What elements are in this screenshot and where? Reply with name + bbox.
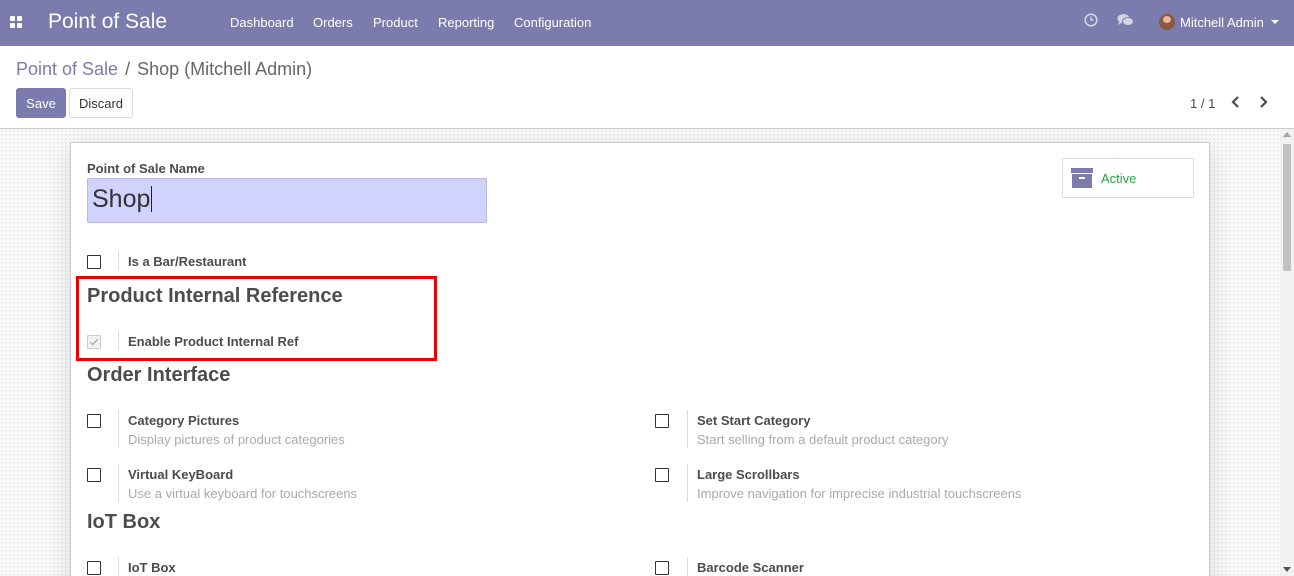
archive-box-icon <box>1071 168 1093 188</box>
pager-value[interactable]: 1 / 1 <box>1190 96 1215 111</box>
barcode-scanner-checkbox[interactable] <box>655 561 669 575</box>
large-scrollbars-desc: Improve navigation for imprecise industr… <box>697 486 1022 501</box>
menu-product[interactable]: Product <box>373 15 418 30</box>
virtual-keyboard-label: Virtual KeyBoard <box>128 467 234 482</box>
set-start-category-desc: Start selling from a default product cat… <box>697 432 949 447</box>
menu-dashboard[interactable]: Dashboard <box>230 15 294 30</box>
iot-box-label: IoT Box <box>128 560 176 575</box>
menu-reporting[interactable]: Reporting <box>438 15 494 30</box>
category-pictures-desc: Display pictures of product categories <box>128 432 345 447</box>
app-title: Point of Sale <box>48 10 168 33</box>
category-pictures-checkbox[interactable] <box>87 414 101 428</box>
bar-restaurant-checkbox[interactable] <box>87 255 101 269</box>
active-toggle-button[interactable]: Active <box>1062 158 1194 198</box>
pos-name-label: Point of Sale Name <box>87 161 205 176</box>
separator <box>687 464 688 502</box>
user-name: Mitchell Admin <box>1180 14 1264 30</box>
top-navbar: Point of Sale Dashboard Orders Product R… <box>0 0 1294 46</box>
separator <box>118 557 119 576</box>
menu-orders[interactable]: Orders <box>313 15 353 30</box>
scroll-down-arrow-icon[interactable] <box>1283 567 1291 572</box>
breadcrumb-current: Shop (Mitchell Admin) <box>137 59 313 79</box>
apps-menu-icon[interactable] <box>10 16 22 28</box>
text-cursor <box>151 186 153 212</box>
scroll-up-arrow-icon[interactable] <box>1283 132 1291 137</box>
vertical-scrollbar[interactable] <box>1280 129 1294 576</box>
bar-restaurant-label: Is a Bar/Restaurant <box>128 254 247 269</box>
pos-name-value: Shop <box>92 185 151 213</box>
pager-previous-icon[interactable] <box>1229 94 1243 110</box>
form-view: Point of Sale Name Shop Active Is a Bar/… <box>0 129 1280 576</box>
separator <box>118 464 119 502</box>
separator <box>118 410 119 448</box>
user-menu[interactable]: Mitchell Admin <box>1159 13 1279 31</box>
separator <box>687 410 688 448</box>
set-start-category-label: Set Start Category <box>697 413 811 428</box>
separator <box>118 251 119 270</box>
save-button[interactable]: Save <box>16 88 66 118</box>
iot-box-checkbox[interactable] <box>87 561 101 575</box>
caret-down-icon <box>1270 20 1279 24</box>
set-start-category-checkbox[interactable] <box>655 414 669 428</box>
large-scrollbars-label: Large Scrollbars <box>697 467 800 482</box>
virtual-keyboard-desc: Use a virtual keyboard for touchscreens <box>128 486 358 501</box>
section-order-interface: Order Interface <box>87 364 231 386</box>
avatar <box>1159 14 1175 30</box>
discard-button[interactable]: Discard <box>69 88 133 118</box>
breadcrumb-separator: / <box>125 59 131 79</box>
pos-name-input[interactable]: Shop <box>87 178 487 223</box>
separator <box>687 557 688 576</box>
section-iot-box: IoT Box <box>87 511 161 533</box>
large-scrollbars-checkbox[interactable] <box>655 468 669 482</box>
pager-next-icon[interactable] <box>1256 94 1270 110</box>
barcode-scanner-label: Barcode Scanner <box>697 560 804 575</box>
scroll-thumb[interactable] <box>1283 144 1291 271</box>
breadcrumb: Point of Sale / Shop (Mitchell Admin) <box>16 59 312 80</box>
activity-clock-icon[interactable] <box>1084 13 1098 27</box>
highlight-annotation-box <box>76 276 437 361</box>
chat-bubbles-icon[interactable] <box>1117 13 1134 27</box>
virtual-keyboard-checkbox[interactable] <box>87 468 101 482</box>
form-sheet: Point of Sale Name Shop Active Is a Bar/… <box>70 142 1210 576</box>
control-panel: Point of Sale / Shop (Mitchell Admin) Sa… <box>0 46 1294 129</box>
active-label: Active <box>1101 170 1137 186</box>
breadcrumb-parent[interactable]: Point of Sale <box>16 59 118 80</box>
menu-configuration[interactable]: Configuration <box>514 15 591 30</box>
category-pictures-label: Category Pictures <box>128 413 240 428</box>
